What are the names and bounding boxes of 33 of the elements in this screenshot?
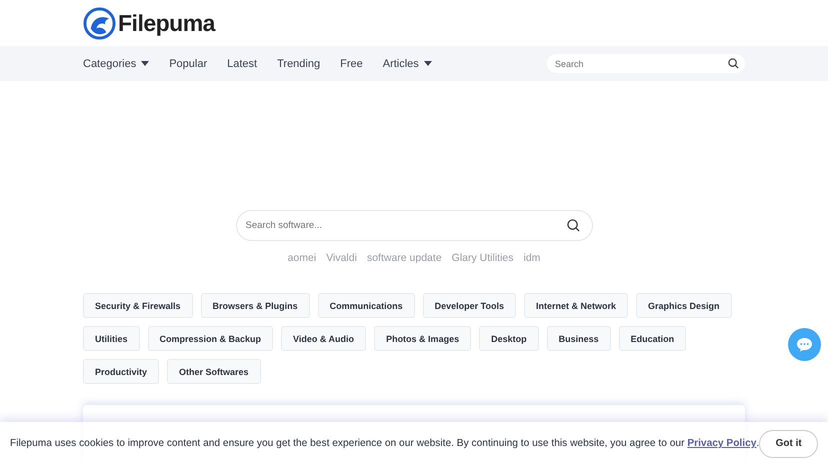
search-field[interactable]: Search <box>547 54 745 73</box>
cookie-notice-text: Filepuma uses cookies to improve content and ensure you get the best experience on our website. By continuing to use this website, you agree to our Privacy Policy. <box>10 438 760 449</box>
category-button[interactable]: Business <box>546 326 611 351</box>
search-input[interactable]: Search <box>553 58 728 70</box>
nav-link[interactable]: Popular <box>169 58 208 70</box>
category-button[interactable]: Productivity <box>83 359 160 384</box>
category-button[interactable]: Utilities <box>83 326 140 351</box>
puma-logo-icon <box>83 6 116 40</box>
category-button[interactable]: Browsers & Plugins <box>200 293 310 318</box>
nav-link[interactable]: Articles <box>382 58 432 70</box>
category-button[interactable]: Photos & Images <box>374 326 472 351</box>
category-button[interactable]: Compression & Backup <box>148 326 274 351</box>
category-button[interactable]: Education <box>618 326 686 351</box>
nav-link[interactable]: Free <box>340 58 363 70</box>
privacy-policy-link[interactable]: Privacy Policy <box>687 438 756 449</box>
category-button[interactable]: Security & Firewalls <box>83 293 193 318</box>
search-icon <box>566 219 580 232</box>
category-button[interactable]: Internet & Network <box>524 293 628 318</box>
nav-link[interactable]: Latest <box>227 58 258 70</box>
category-button[interactable]: Video & Audio <box>281 326 366 351</box>
logo-text[interactable]: Filepuma <box>118 10 215 36</box>
category-button[interactable]: Other Softwares <box>167 359 261 384</box>
category-button[interactable]: Desktop <box>479 326 539 351</box>
nav-link[interactable]: Trending <box>277 58 320 70</box>
got-it-button[interactable]: Got it <box>759 430 818 458</box>
chat-bubble-icon <box>796 337 813 352</box>
software-search-field[interactable]: Search software... <box>236 210 592 241</box>
category-button[interactable]: Communications <box>318 293 415 318</box>
category-button[interactable]: Graphics Design <box>636 293 732 318</box>
nav-link[interactable]: Categories <box>83 58 150 70</box>
search-icon <box>728 58 739 69</box>
chat-button[interactable] <box>788 328 821 361</box>
category-button[interactable]: Developer Tools <box>422 293 516 318</box>
